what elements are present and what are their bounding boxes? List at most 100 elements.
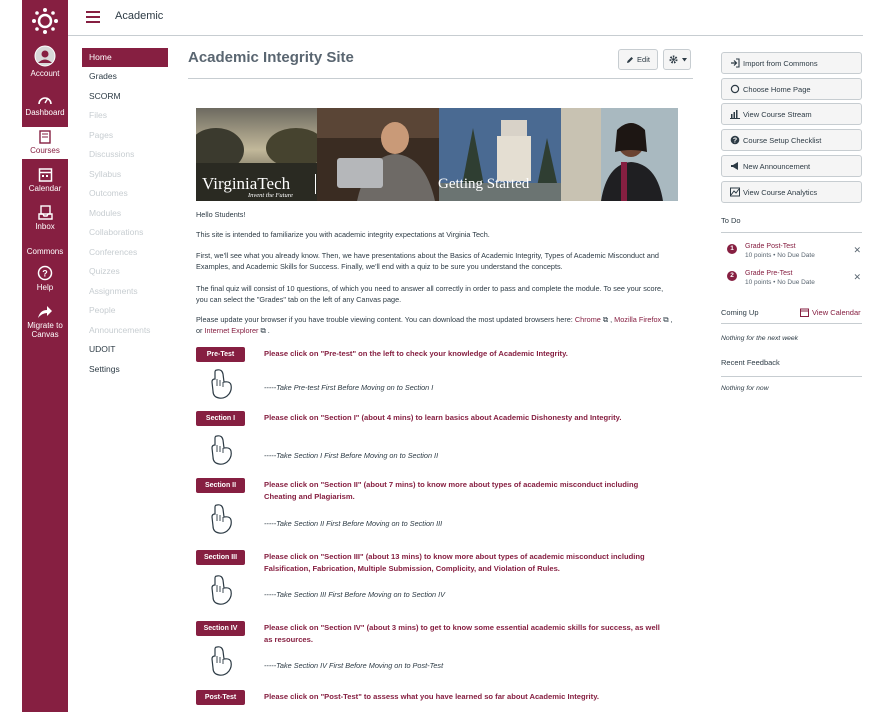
new-announcement-button[interactable]: New Announcement xyxy=(721,155,862,177)
view-course-stream-button[interactable]: View Course Stream xyxy=(721,103,862,125)
account-icon xyxy=(34,45,56,67)
global-nav-commons[interactable]: Commons xyxy=(22,247,68,256)
course-setup-checklist-label: Course Setup Checklist xyxy=(743,135,822,145)
course-nav-pages[interactable]: Pages xyxy=(82,126,168,146)
course-setup-checklist-button[interactable]: ? Course Setup Checklist xyxy=(721,129,862,151)
coming-up-heading: Coming Up xyxy=(721,308,759,317)
section-ii-button[interactable]: Section II xyxy=(196,478,245,493)
course-nav-udoit[interactable]: UDOIT xyxy=(82,340,168,360)
browser-notice-text: Please update your browser if you have t… xyxy=(196,315,573,324)
choose-home-page-button[interactable]: Choose Home Page xyxy=(721,78,862,100)
section-i-instruction: Please click on "Section I" (about 4 min… xyxy=(264,413,622,422)
megaphone-icon xyxy=(731,162,738,170)
todo-details: 10 points • No Due Date xyxy=(745,252,815,259)
banner-divider xyxy=(315,174,316,194)
svg-text:?: ? xyxy=(733,138,737,145)
dashboard-icon xyxy=(38,97,52,105)
todo-title[interactable]: Grade Post-Test xyxy=(745,243,796,250)
choose-home-page-label: Choose Home Page xyxy=(743,84,811,94)
post-test-button[interactable]: Post-Test xyxy=(196,690,245,705)
pointing-hand-icon xyxy=(208,434,236,466)
import-from-commons-button[interactable]: Import from Commons xyxy=(721,52,862,74)
course-nav-announcements[interactable]: Announcements xyxy=(82,321,168,341)
global-nav-help[interactable]: ? Help xyxy=(22,265,68,292)
breadcrumb[interactable]: Academic xyxy=(115,10,163,22)
course-nav-scorm[interactable]: SCORM xyxy=(82,87,168,107)
chrome-link[interactable]: Chrome xyxy=(575,315,601,324)
section-ii-instruction: Please click on "Section II" (about 7 mi… xyxy=(264,480,639,501)
global-nav-help-label: Help xyxy=(36,283,54,292)
course-nav-settings[interactable]: Settings xyxy=(82,360,168,380)
course-nav-quizzes[interactable]: Quizzes xyxy=(82,262,168,282)
course-nav-assignments[interactable]: Assignments xyxy=(82,282,168,302)
global-nav-inbox[interactable]: Inbox xyxy=(22,205,68,231)
pointing-hand-icon xyxy=(208,645,236,677)
coming-up-divider xyxy=(721,323,862,324)
todo-number-badge: 2 xyxy=(727,271,737,281)
course-nav-modules[interactable]: Modules xyxy=(82,204,168,224)
banner-brand: VirginiaTech xyxy=(202,174,291,193)
section-i-button[interactable]: Section I xyxy=(196,411,245,426)
courses-icon xyxy=(39,130,51,144)
gear-icon xyxy=(668,55,678,64)
caret-down-icon xyxy=(681,57,687,61)
course-nav-discussions[interactable]: Discussions xyxy=(82,145,168,165)
course-nav-conferences[interactable]: Conferences xyxy=(82,243,168,263)
banner-tagline: Invent the Future xyxy=(248,192,293,199)
edit-button[interactable]: Edit xyxy=(618,49,658,70)
banner-photo-smiling-student xyxy=(561,108,678,201)
canvas-logo-icon[interactable] xyxy=(31,7,59,35)
global-nav-migrate[interactable]: Migrate to Canvas xyxy=(22,304,68,339)
view-calendar-label: View Calendar xyxy=(812,308,861,317)
global-nav-dashboard-label: Dashboard xyxy=(25,108,65,117)
todo-heading: To Do xyxy=(721,216,741,225)
section-iii-button[interactable]: Section III xyxy=(196,550,245,565)
global-nav-calendar-label: Calendar xyxy=(28,184,62,193)
pointing-hand-icon xyxy=(208,574,236,606)
ie-link[interactable]: Internet Explorer xyxy=(205,326,259,335)
edit-button-label: Edit xyxy=(637,55,650,64)
pre-test-button[interactable]: Pre-Test xyxy=(196,347,245,362)
course-nav: Home Grades SCORM Files Pages Discussions Syll… xyxy=(82,48,168,379)
recent-feedback-divider xyxy=(721,376,862,377)
section-iv-button[interactable]: Section IV xyxy=(196,621,245,636)
course-nav-syllabus[interactable]: Syllabus xyxy=(82,165,168,185)
todo-item[interactable]: 1 Grade Post-Test 10 points • No Due Date ✕ xyxy=(727,243,863,265)
course-nav-files[interactable]: Files xyxy=(82,106,168,126)
todo-item[interactable]: 2 Grade Pre-Test 10 points • No Due Date ✕ xyxy=(727,270,863,292)
analytics-icon xyxy=(730,187,740,197)
global-nav-commons-label: Commons xyxy=(26,247,64,256)
section-iv-order-note: -----Take Section IV First Before Moving… xyxy=(264,661,444,670)
course-nav-grades[interactable]: Grades xyxy=(82,67,168,87)
course-nav-outcomes[interactable]: Outcomes xyxy=(82,184,168,204)
recent-feedback-heading: Recent Feedback xyxy=(721,358,780,367)
global-nav-calendar[interactable]: Calendar xyxy=(22,167,68,193)
title-divider xyxy=(188,78,693,79)
global-nav-courses[interactable]: Courses xyxy=(22,127,68,159)
global-nav-inbox-label: Inbox xyxy=(35,222,55,231)
firefox-link[interactable]: Mozilla Firefox xyxy=(614,315,661,324)
post-test-instruction: Please click on "Post-Test" to assess wh… xyxy=(264,692,599,701)
canvas-app: Account Dashboard Courses Calendar Inbox… xyxy=(0,0,887,712)
view-course-analytics-button[interactable]: View Course Analytics xyxy=(721,181,862,203)
dismiss-icon[interactable]: ✕ xyxy=(853,245,861,256)
course-nav-home[interactable]: Home xyxy=(82,48,168,67)
banner-caption: Getting Started xyxy=(438,176,530,192)
external-link-icon: ⧉ , xyxy=(600,315,613,324)
dismiss-icon[interactable]: ✕ xyxy=(853,272,861,283)
section-i-order-note: -----Take Section I First Before Moving … xyxy=(264,451,439,460)
course-nav-people[interactable]: People xyxy=(82,301,168,321)
global-nav: Account Dashboard Courses Calendar Inbox… xyxy=(22,0,68,712)
view-calendar-link[interactable]: View Calendar xyxy=(800,308,861,317)
recent-feedback-note: Nothing for now xyxy=(721,385,769,392)
todo-divider xyxy=(721,232,862,233)
import-icon xyxy=(731,58,740,68)
top-bar: Academic xyxy=(68,0,863,36)
global-nav-account[interactable]: Account xyxy=(22,45,68,78)
settings-menu-button[interactable] xyxy=(663,49,691,70)
hamburger-menu-icon[interactable] xyxy=(86,11,100,23)
todo-title[interactable]: Grade Pre-Test xyxy=(745,270,792,277)
global-nav-dashboard[interactable]: Dashboard xyxy=(22,92,68,117)
course-nav-collaborations[interactable]: Collaborations xyxy=(82,223,168,243)
greeting-text: Hello Students! xyxy=(196,210,246,219)
